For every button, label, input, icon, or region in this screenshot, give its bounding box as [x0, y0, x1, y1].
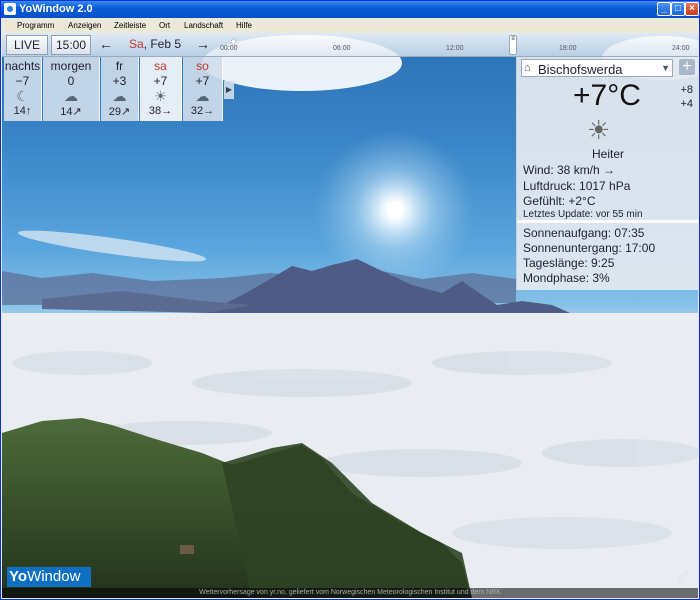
maximize-button[interactable]: □	[671, 2, 685, 16]
day-temp: +3	[112, 74, 127, 88]
temp-high: +8	[680, 84, 693, 96]
sun-cloud-icon: ☀	[154, 88, 167, 104]
city-selector[interactable]: ⌂ Bischofswerda ▼	[521, 59, 673, 77]
add-location-button[interactable]: +	[679, 59, 695, 75]
forecast-day-sa[interactable]: sa +7 ☀ 38→	[140, 57, 182, 121]
weather-panel: ⌂ Bischofswerda ▼ + +7°C +8 +4 ☀ Heiter …	[516, 57, 698, 290]
day-name: sa	[154, 59, 167, 73]
last-update-info: Letztes Update: vor 55 min	[523, 209, 643, 220]
app-window: YoWindow 2.0 _ □ × Programm Anzeigen Zei…	[0, 0, 700, 600]
moon-icon	[394, 85, 399, 105]
sunrise-info: Sonnenaufgang: 07:35	[523, 226, 645, 240]
temp-low: +4	[680, 98, 693, 110]
rain-cloud-icon: ☁	[195, 88, 210, 104]
day-wind: 38→	[148, 105, 173, 117]
snow-cloud-icon: ☁	[64, 88, 78, 104]
forecast-more-arrow-icon[interactable]: ▶	[224, 81, 234, 99]
day-wind: 29↗	[108, 106, 131, 118]
chalet	[180, 545, 194, 554]
city-name: Bischofswerda	[538, 62, 623, 77]
day-length-info: Tageslänge: 9:25	[523, 256, 615, 270]
sun-icon	[386, 201, 404, 219]
app-icon	[4, 3, 16, 15]
forecast-day-nachts[interactable]: nachts −7 ☾ 14↑	[4, 57, 42, 121]
day-temp: +7	[153, 74, 168, 88]
chevron-down-icon[interactable]: ▼	[661, 63, 670, 73]
sun-cloud-icon: ☀	[587, 115, 611, 145]
pressure-info: Luftdruck: 1017 hPa	[523, 179, 631, 193]
panel-divider	[517, 220, 698, 223]
high-low: +8 +4	[679, 83, 693, 111]
tick-2400: 24:00	[672, 45, 690, 52]
day-temp: +7	[195, 74, 210, 88]
forecast-day-morgen[interactable]: morgen 0 ☁ 14↗	[43, 57, 100, 121]
menu-ort[interactable]: Ort	[159, 21, 170, 30]
menu-programm[interactable]: Programm	[17, 21, 54, 30]
day-temp: −7	[15, 74, 30, 88]
title-bar[interactable]: YoWindow 2.0 _ □ ×	[1, 1, 699, 18]
menu-zeitleiste[interactable]: Zeitleiste	[114, 21, 146, 30]
day-temp: 0	[67, 74, 75, 88]
timeline-date: Sa, Feb 5	[129, 37, 182, 51]
menu-bar: Programm Anzeigen Zeitleiste Ort Landsch…	[1, 18, 699, 33]
live-button[interactable]: LIVE	[6, 35, 48, 55]
tick-1200: 12:00	[446, 45, 464, 52]
sunset-info: Sonnenuntergang: 17:00	[523, 241, 656, 255]
tick-0600: 06:00	[333, 45, 351, 52]
menu-hilfe[interactable]: Hilfe	[236, 21, 252, 30]
forecast-day-so[interactable]: so +7 ☁ 32→	[183, 57, 223, 121]
cloud-icon: ☁	[112, 88, 127, 104]
timeline-bar[interactable]: LIVE 15:00 ← Sa, Feb 5 → ☀ 00:00 06:00 1…	[2, 33, 698, 57]
yowindow-logo[interactable]: YoWindow	[7, 567, 91, 587]
minimize-button[interactable]: _	[657, 2, 671, 16]
window-title: YoWindow 2.0	[19, 3, 93, 15]
day-name: morgen	[50, 59, 92, 73]
cloud-streak	[17, 230, 207, 262]
fullscreen-icon[interactable]: ⤢	[678, 569, 688, 584]
forecast-credits[interactable]: Wettervorhersage von yr.no, geliefert vo…	[2, 588, 698, 598]
current-temperature: +7°C	[573, 79, 641, 112]
tick-1800: 18:00	[559, 45, 577, 52]
day-name: nachts	[4, 59, 41, 73]
condition-text: Heiter	[591, 147, 624, 161]
feels-like-info: Gefühlt: +2°C	[523, 194, 596, 208]
menu-landschaft[interactable]: Landschaft	[184, 21, 223, 30]
day-wind: 14↗	[60, 106, 82, 118]
prev-day-arrow-icon[interactable]: ←	[95, 35, 117, 55]
time-display[interactable]: 15:00	[51, 35, 91, 55]
day-wind: 32→	[190, 105, 215, 117]
wind-info: Wind: 38 km/h →	[523, 163, 616, 177]
timeline-slider-handle[interactable]: ≡	[509, 35, 517, 55]
moon-cloud-icon: ☾	[16, 88, 29, 104]
next-day-arrow-icon[interactable]: →	[192, 35, 214, 55]
day-name: fr	[115, 59, 124, 73]
home-icon: ⌂	[524, 62, 531, 74]
close-button[interactable]: ×	[685, 2, 699, 16]
moon-phase-info: Mondphase: 3%	[523, 271, 610, 285]
menu-anzeigen[interactable]: Anzeigen	[68, 21, 101, 30]
day-wind: 14↑	[13, 105, 32, 117]
tick-0000: 00:00	[220, 45, 238, 52]
forecast-day-fr[interactable]: fr +3 ☁ 29↗	[101, 57, 139, 121]
day-name: so	[196, 59, 209, 73]
landscape-scene: LIVE 15:00 ← Sa, Feb 5 → ☀ 00:00 06:00 1…	[2, 33, 698, 598]
